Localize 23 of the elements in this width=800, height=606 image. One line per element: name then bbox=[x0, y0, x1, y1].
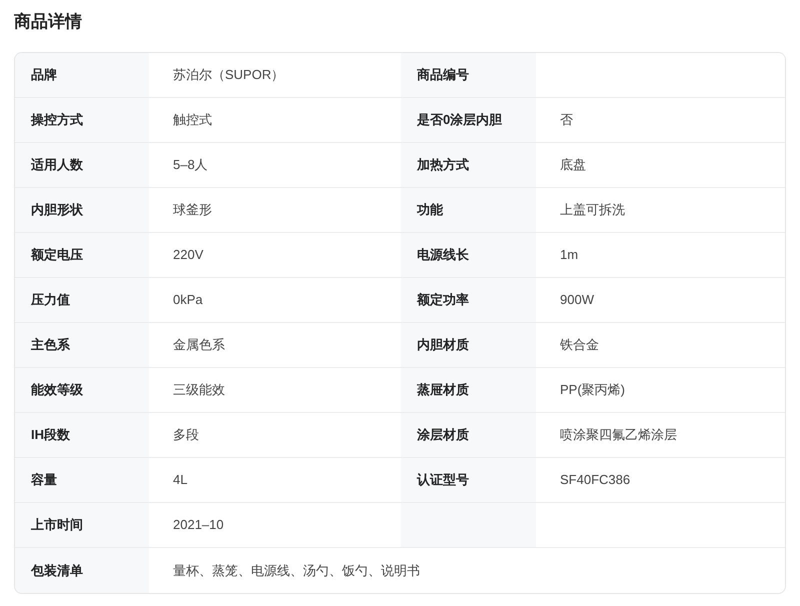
spec-label-cell: 电源线长 bbox=[401, 233, 536, 278]
spec-label-cell: 操控方式 bbox=[15, 98, 149, 143]
spec-label-cell: 内胆形状 bbox=[15, 188, 149, 233]
spec-label-cell: 容量 bbox=[15, 458, 149, 503]
spec-label-cell: 额定电压 bbox=[15, 233, 149, 278]
spec-label-cell: 上市时间 bbox=[15, 503, 149, 548]
spec-label-cell: 加热方式 bbox=[401, 143, 536, 188]
spec-label-cell: 能效等级 bbox=[15, 368, 149, 413]
spec-label-cell: 功能 bbox=[401, 188, 536, 233]
spec-label-cell: IH段数 bbox=[15, 413, 149, 458]
spec-label-cell: 涂层材质 bbox=[401, 413, 536, 458]
spec-label-cell: 品牌 bbox=[15, 53, 149, 98]
spec-label-cell: 认证型号 bbox=[401, 458, 536, 503]
spec-label-cell: 主色系 bbox=[15, 323, 149, 368]
spec-label-cell: 额定功率 bbox=[401, 278, 536, 323]
spec-label-cell: 适用人数 bbox=[15, 143, 149, 188]
spec-label-cell: 蒸屉材质 bbox=[401, 368, 536, 413]
spec-label-cell: 内胆材质 bbox=[401, 323, 536, 368]
spec-label-cell: 是否0涂层内胆 bbox=[401, 98, 536, 143]
spec-label-cell: 压力值 bbox=[15, 278, 149, 323]
section-title: 商品详情 bbox=[14, 11, 83, 33]
spec-label-cell: 包装清单 bbox=[15, 548, 149, 593]
spec-label-cell: 商品编号 bbox=[401, 53, 536, 98]
